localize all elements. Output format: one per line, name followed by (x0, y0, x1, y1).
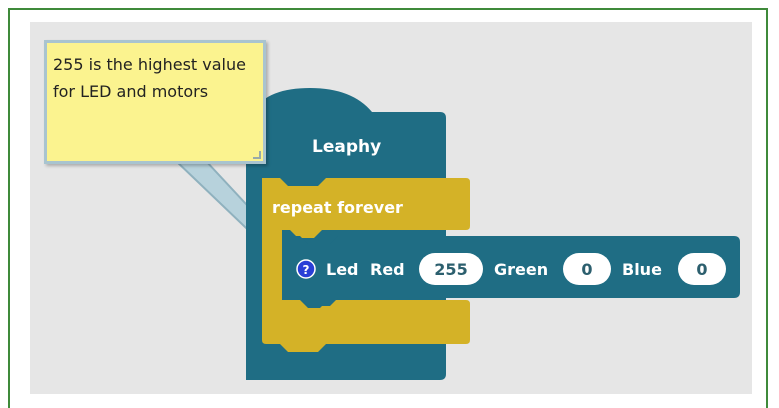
help-tooltip: 255 is the highest value for LED and mot… (44, 40, 266, 164)
blue-label: Blue (622, 260, 662, 279)
blue-value-text: 0 (696, 260, 707, 279)
help-icon-glyph: ? (303, 263, 310, 277)
leaphy-root-label: Leaphy (312, 137, 381, 157)
repeat-forever-label: repeat forever (272, 198, 403, 217)
led-label: Led (326, 260, 359, 279)
red-value-text: 255 (434, 260, 467, 279)
green-value-text: 0 (581, 260, 592, 279)
green-label: Green (494, 260, 548, 279)
red-label: Red (370, 260, 405, 279)
tooltip-resize-handle[interactable] (253, 151, 261, 159)
tooltip-text: 255 is the highest value for LED and mot… (53, 55, 246, 101)
